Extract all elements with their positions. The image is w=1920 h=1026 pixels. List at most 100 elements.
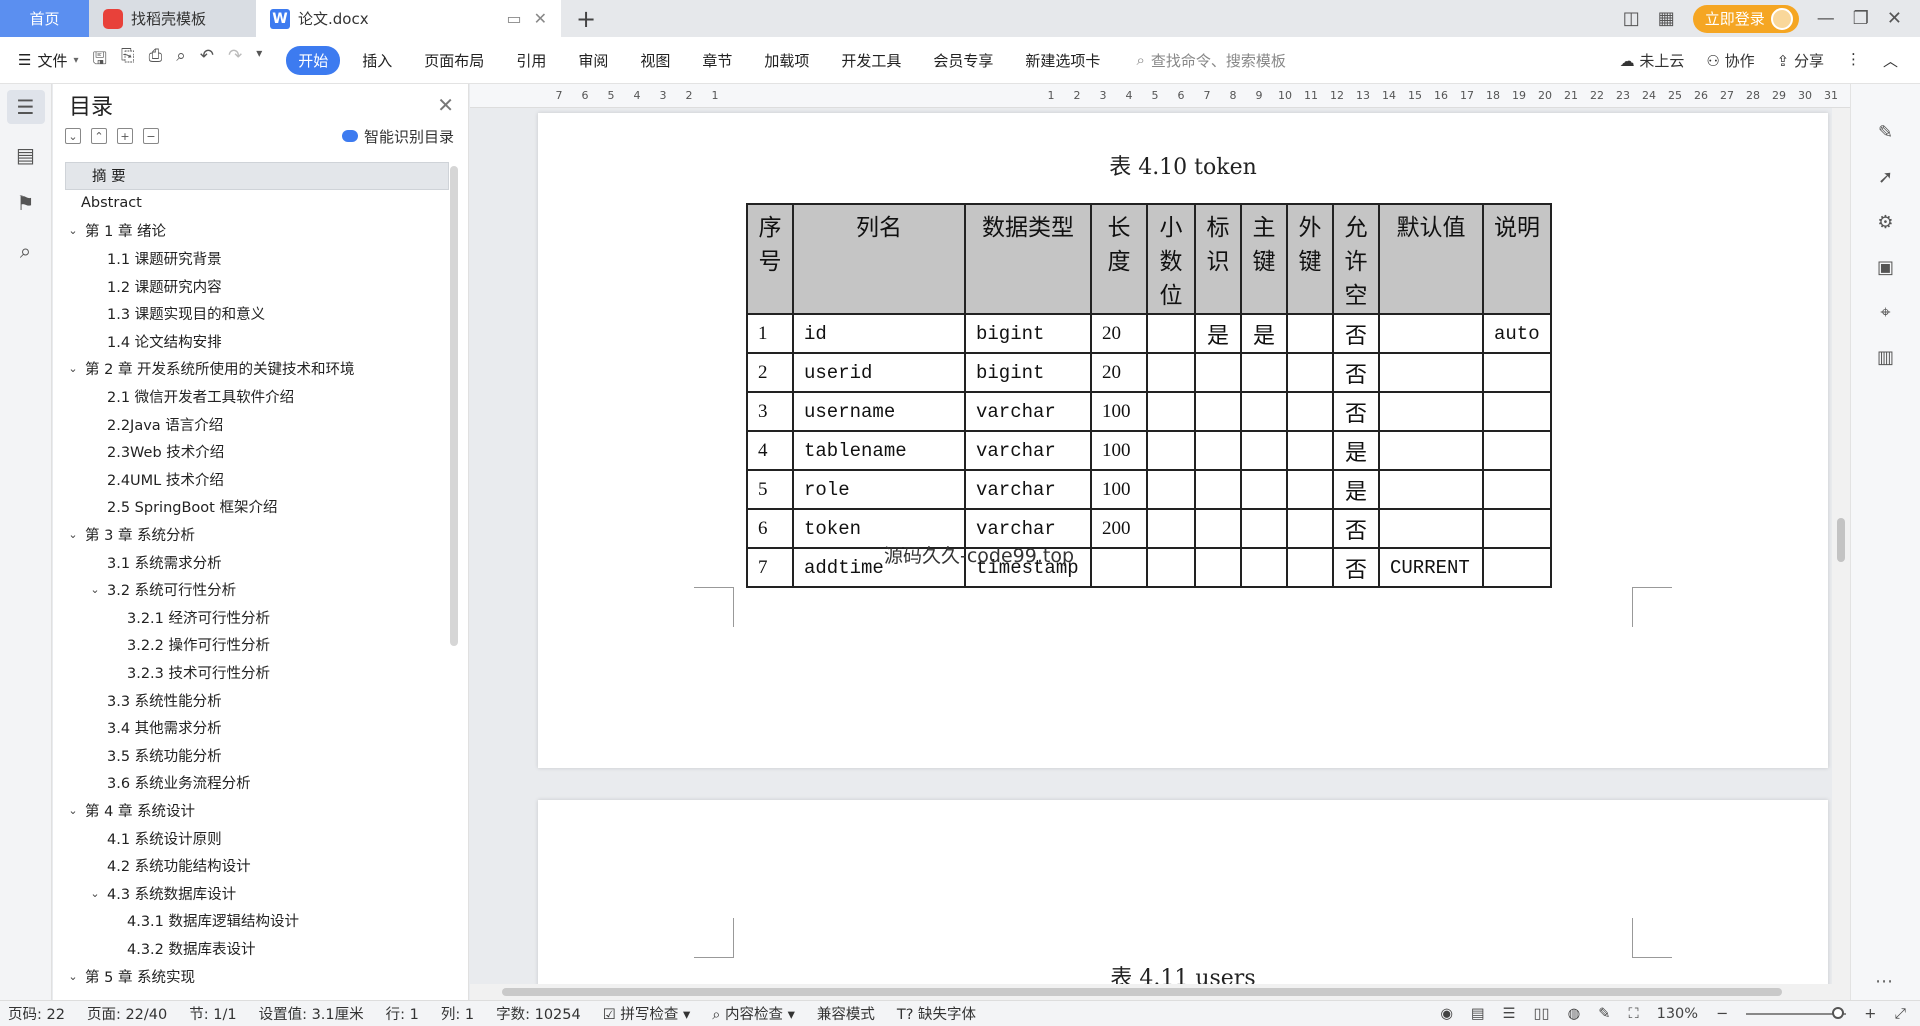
save-icon[interactable]: 🖫 <box>93 46 107 75</box>
table-cell[interactable] <box>1146 391 1196 432</box>
ribbon-tab[interactable]: 加载项 <box>748 50 825 71</box>
vertical-scroll-thumb[interactable] <box>1837 518 1845 562</box>
chevron-down-icon[interactable]: ⌄ <box>65 224 81 237</box>
table-cell[interactable] <box>1146 469 1196 510</box>
print-icon[interactable]: ⎙ <box>149 46 163 75</box>
chevron-down-icon[interactable]: ⌄ <box>87 583 103 596</box>
table-cell[interactable] <box>1194 508 1242 549</box>
toc-item[interactable]: ⌄ 第 2 章 开发系统所使用的关键技术和环境 <box>65 355 449 383</box>
table-cell[interactable]: 是 <box>1332 469 1380 510</box>
table-cell[interactable] <box>1146 352 1196 393</box>
toc-item[interactable]: 1.1 课题研究背景 <box>65 245 449 273</box>
web-view-icon[interactable]: ◍ <box>1568 1006 1581 1022</box>
bookmark-icon[interactable]: ⚑ <box>7 186 45 220</box>
command-search[interactable]: ⌕ 查找命令、搜索模板 <box>1136 50 1285 71</box>
chevron-down-icon[interactable]: ⌄ <box>65 362 81 375</box>
ribbon-tab[interactable]: 会员专享 <box>917 50 1009 71</box>
cloud-status[interactable]: ☁ 未上云 <box>1620 50 1685 71</box>
table-cell[interactable]: 100 <box>1090 469 1148 510</box>
table-cell[interactable]: 4 <box>746 430 794 471</box>
toc-item[interactable]: 3.2.2 操作可行性分析 <box>65 631 449 659</box>
settings-slider-icon[interactable]: ⚙ <box>1877 212 1893 233</box>
cursor-icon[interactable]: ➚ <box>1878 167 1893 188</box>
toc-item[interactable]: ⌄ 第 1 章 绪论 <box>65 217 449 245</box>
table-cell[interactable] <box>1378 352 1484 393</box>
fit-page-icon[interactable]: ⛶ <box>1628 1006 1638 1022</box>
table-cell[interactable]: 是 <box>1240 313 1288 354</box>
table-cell[interactable] <box>1378 313 1484 354</box>
table-cell[interactable]: 否 <box>1332 547 1380 588</box>
table-cell[interactable] <box>1378 430 1484 471</box>
table-cell[interactable] <box>1286 469 1334 510</box>
table-cell[interactable] <box>1482 508 1552 549</box>
toc-scrollbar[interactable] <box>450 166 458 646</box>
new-tab-button[interactable]: + <box>561 0 611 37</box>
table-cell[interactable] <box>1286 391 1334 432</box>
export-pdf-icon[interactable]: ⎘ <box>121 46 135 75</box>
location-icon[interactable]: ⌖ <box>1880 302 1890 323</box>
table-cell[interactable] <box>1146 547 1196 588</box>
tab-home[interactable]: 首页 <box>0 0 89 37</box>
document-page[interactable]: 表 4.11 users <box>538 800 1828 1000</box>
table-cell[interactable]: tablename <box>792 430 966 471</box>
table-cell[interactable] <box>1146 508 1196 549</box>
table-cell[interactable]: 否 <box>1332 313 1380 354</box>
close-icon[interactable]: ✕ <box>534 9 547 28</box>
table-cell[interactable]: 100 <box>1090 391 1148 432</box>
table-cell[interactable]: varchar <box>964 391 1092 432</box>
table-cell[interactable]: role <box>792 469 966 510</box>
table-cell[interactable]: varchar <box>964 430 1092 471</box>
toc-item[interactable]: 2.4UML 技术介绍 <box>65 466 449 494</box>
toc-item[interactable]: 1.2 课题研究内容 <box>65 272 449 300</box>
chevron-down-icon[interactable]: ⌄ <box>65 970 81 983</box>
table-cell[interactable] <box>1482 391 1552 432</box>
ribbon-tab[interactable]: 页面布局 <box>408 50 500 71</box>
undo-icon[interactable]: ↶ <box>200 46 214 75</box>
zoom-in-icon[interactable]: + <box>1864 1006 1876 1022</box>
tab-document[interactable]: W 论文.docx ▭ ✕ <box>256 0 561 37</box>
ribbon-tab[interactable]: 开发工具 <box>825 50 917 71</box>
toc-item[interactable]: ⌄ 第 3 章 系统分析 <box>65 521 449 549</box>
expand-all-icon[interactable]: ⌃ <box>91 128 107 144</box>
toc-item[interactable]: 1.4 论文结构安排 <box>65 328 449 356</box>
table-cell[interactable]: auto <box>1482 313 1552 354</box>
restore-icon[interactable]: ❐ <box>1853 8 1869 29</box>
login-button[interactable]: 立即登录 <box>1692 4 1799 33</box>
search-icon[interactable]: ⌕ <box>7 234 45 268</box>
toc-item[interactable]: 2.3Web 技术介绍 <box>65 438 449 466</box>
table-cell[interactable]: bigint <box>964 352 1092 393</box>
file-menu[interactable]: ☰ 文件 ▾ <box>0 50 93 71</box>
table-cell[interactable] <box>1194 469 1242 510</box>
table-cell[interactable] <box>1378 469 1484 510</box>
table-cell[interactable] <box>1240 391 1288 432</box>
table-cell[interactable]: 6 <box>746 508 794 549</box>
table-cell[interactable] <box>1146 313 1196 354</box>
vertical-scrollbar[interactable] <box>1832 108 1850 1000</box>
table-cell[interactable]: 否 <box>1332 352 1380 393</box>
image-icon[interactable]: ▣ <box>1877 257 1894 278</box>
toc-item[interactable]: ⌄ 第 4 章 系统设计 <box>65 797 449 825</box>
toc-item[interactable]: 4.1 系统设计原则 <box>65 824 449 852</box>
toc-item[interactable]: 3.6 系统业务流程分析 <box>65 769 449 797</box>
tab-template[interactable]: 找稻壳模板 <box>89 0 256 37</box>
outline-view-icon[interactable]: ☰ <box>1503 1006 1516 1022</box>
ribbon-tab[interactable]: 开始 <box>286 45 341 75</box>
table-cell[interactable]: 否 <box>1332 391 1380 432</box>
table-cell[interactable] <box>1286 352 1334 393</box>
table-cell[interactable] <box>1194 391 1242 432</box>
table-cell[interactable] <box>1482 547 1552 588</box>
horizontal-scrollbar[interactable] <box>470 984 1850 1000</box>
table-cell[interactable] <box>1378 391 1484 432</box>
table-cell[interactable] <box>1482 430 1552 471</box>
table-cell[interactable] <box>1240 469 1288 510</box>
toc-item[interactable]: 2.1 微信开发者工具软件介绍 <box>65 383 449 411</box>
table-cell[interactable] <box>1286 508 1334 549</box>
table-cell[interactable]: 否 <box>1332 508 1380 549</box>
ribbon-tab[interactable]: 审阅 <box>562 50 624 71</box>
zoom-out-icon[interactable]: − <box>1716 1006 1728 1022</box>
navigation-icon[interactable]: ▤ <box>7 138 45 172</box>
collapse-all-icon[interactable]: ⌄ <box>65 128 81 144</box>
apps-grid-icon[interactable]: ▦ <box>1658 8 1675 29</box>
status-words[interactable]: 字数: 10254 <box>496 1003 581 1024</box>
chevron-down-icon[interactable]: ⌄ <box>65 528 81 541</box>
